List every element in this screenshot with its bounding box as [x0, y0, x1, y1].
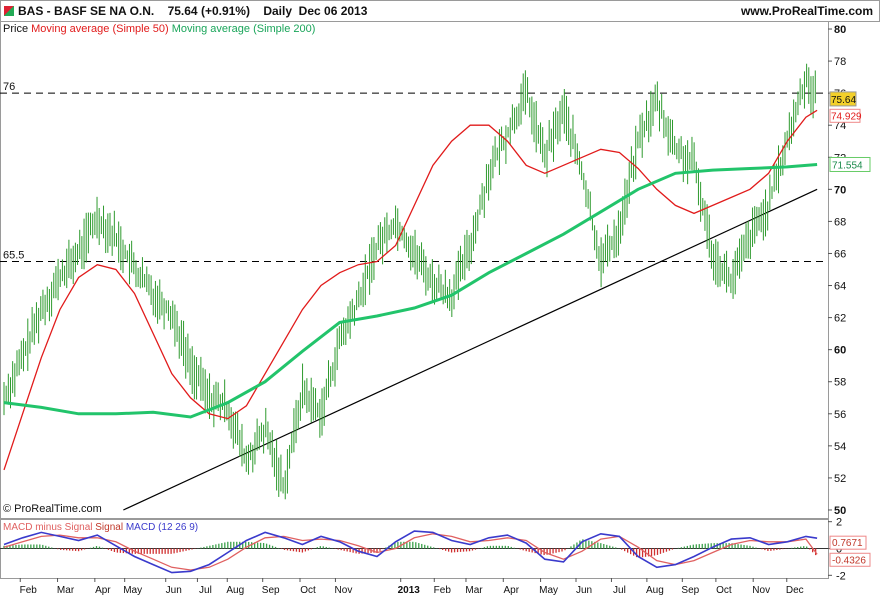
- period-label: Daily: [263, 4, 292, 18]
- y-tick-label: 70: [834, 184, 846, 196]
- price-legend: Price Moving average (Simple 50) Moving …: [3, 23, 315, 35]
- x-tick-label: Mar: [465, 585, 483, 596]
- x-tick-label: Feb: [434, 585, 452, 596]
- x-tick-label: Jun: [166, 585, 182, 596]
- x-tick-label: 2013: [398, 585, 421, 596]
- x-tick-label: Aug: [226, 585, 244, 596]
- x-tick-label: Jul: [199, 585, 212, 596]
- y-tick-label: 64: [834, 281, 846, 293]
- y-tick-label: 52: [834, 473, 846, 485]
- chart-icon: [4, 6, 14, 16]
- x-tick-label: Nov: [335, 585, 353, 596]
- macd-y-tick-label: -2: [836, 570, 846, 582]
- x-tick-label: Oct: [300, 585, 316, 596]
- x-tick-label: Feb: [20, 585, 38, 596]
- x-tick-label: Sep: [681, 585, 699, 596]
- symbol-title: BAS - BASF SE NA O.N.: [18, 4, 155, 18]
- ma50-value-label: 74.929: [831, 111, 862, 122]
- chart-header: BAS - BASF SE NA O.N. 75.64 (+0.91%) Dai…: [0, 0, 880, 22]
- y-tick-label: 50: [834, 505, 846, 517]
- x-tick-label: Jun: [576, 585, 592, 596]
- x-tick-label: May: [123, 585, 142, 596]
- y-tick-label: 54: [834, 441, 846, 453]
- last-price-label: 75.64: [831, 95, 856, 106]
- last-quote: 75.64 (+0.91%): [167, 4, 250, 18]
- legend-price: Price: [3, 23, 28, 35]
- x-tick-label: Nov: [752, 585, 770, 596]
- ma200-value-label: 71.554: [832, 160, 863, 171]
- x-tick-label: Mar: [57, 585, 75, 596]
- x-tick-label: Oct: [716, 585, 732, 596]
- legend-ma200: Moving average (Simple 200): [169, 23, 316, 35]
- legend-macd-hist: MACD minus Signal: [3, 522, 92, 533]
- macd-y-tick-label: 2: [836, 517, 842, 529]
- legend-macd-signal: Signal: [92, 522, 123, 533]
- level-label: 65.5: [3, 249, 24, 261]
- legend-ma50: Moving average (Simple 50): [28, 23, 169, 35]
- header-left: BAS - BASF SE NA O.N. 75.64 (+0.91%) Dai…: [4, 4, 367, 18]
- y-tick-label: 78: [834, 56, 846, 68]
- x-tick-label: Sep: [262, 585, 280, 596]
- site-link[interactable]: www.ProRealTime.com: [741, 4, 873, 18]
- copyright-label: © ProRealTime.com: [3, 503, 102, 515]
- macd-value-label: 0.7671: [832, 538, 863, 549]
- legend-macd-main: MACD (12 26 9): [123, 522, 198, 533]
- x-tick-label: Apr: [95, 585, 111, 596]
- x-tick-label: May: [539, 585, 558, 596]
- y-tick-label: 62: [834, 313, 846, 325]
- x-tick-label: Jul: [613, 585, 626, 596]
- y-tick-label: 56: [834, 409, 846, 421]
- date-label: Dec 06 2013: [298, 4, 368, 18]
- chart-window: 505254565860626466687072747678807665.575…: [0, 0, 880, 600]
- y-tick-label: 68: [834, 216, 846, 228]
- x-tick-label: Dec: [786, 585, 804, 596]
- x-tick-label: Aug: [646, 585, 664, 596]
- y-tick-label: 66: [834, 248, 846, 260]
- signal-value-label: -0.4326: [832, 555, 866, 566]
- y-tick-label: 60: [834, 345, 846, 357]
- price-chart: 505254565860626466687072747678807665.575…: [0, 21, 871, 596]
- y-tick-label: 58: [834, 377, 846, 389]
- level-label: 76: [3, 81, 15, 93]
- y-tick-label: 80: [834, 24, 846, 36]
- x-tick-label: Apr: [503, 585, 519, 596]
- price-panel: [0, 21, 829, 519]
- macd-legend: MACD minus Signal Signal MACD (12 26 9): [3, 522, 198, 533]
